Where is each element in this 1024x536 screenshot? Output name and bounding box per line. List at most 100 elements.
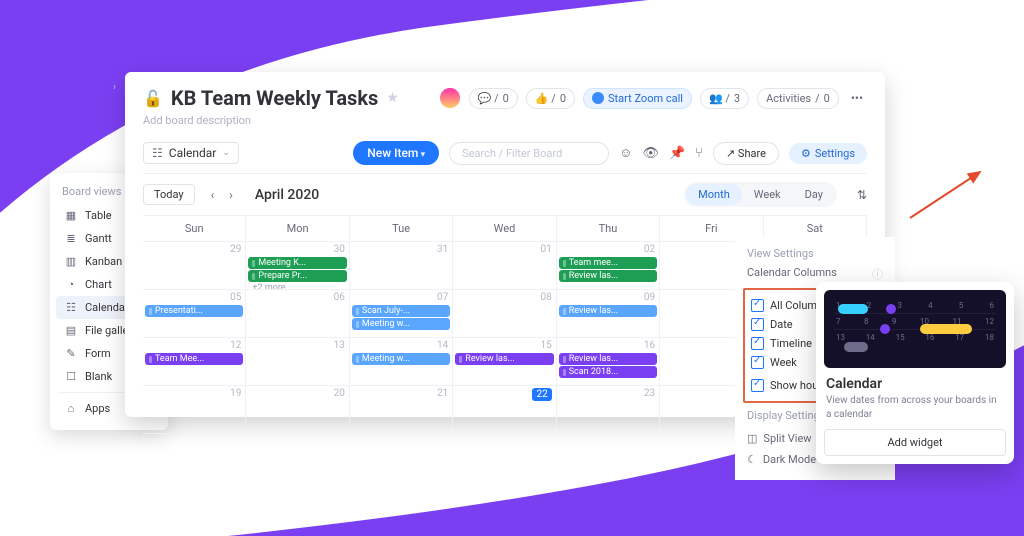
settings-button[interactable]: ⚙ Settings	[789, 143, 867, 164]
calendar-event[interactable]: Meeting K...	[248, 257, 346, 269]
date-number: 23	[644, 388, 655, 399]
chevron-down-icon: ⌄	[222, 148, 230, 158]
board-window: › 🔓 KB Team Weekly Tasks ★ 💬 / 0 👍 / 0 S…	[125, 72, 885, 417]
calendar-event[interactable]: Scan July-...	[352, 305, 450, 317]
blank-icon: ☐	[64, 370, 78, 383]
calendar-event[interactable]: Presentati...	[145, 305, 243, 317]
date-number: 12	[230, 340, 241, 351]
search-input[interactable]: Search / Filter Board	[449, 142, 609, 165]
today-button[interactable]: Today	[143, 184, 195, 205]
next-month-button[interactable]: ›	[223, 186, 239, 204]
calendar-cell[interactable]: 14Meeting w...	[350, 338, 453, 386]
sort-icon[interactable]: ⇅	[857, 188, 867, 202]
day-header: Wed	[453, 216, 556, 242]
lock-icon: 🔓	[143, 89, 163, 108]
day-header: Thu	[557, 216, 660, 242]
calendar-cell[interactable]: 21	[350, 386, 453, 434]
date-number: 06	[334, 292, 345, 303]
date-number: 29	[230, 244, 241, 255]
widget-desc: View dates from across your boards in a …	[824, 394, 1006, 421]
month-label: April 2020	[255, 187, 319, 203]
like-count[interactable]: 👍 / 0	[526, 88, 575, 109]
calendar-cell[interactable]: 23	[557, 386, 660, 434]
date-number: 09	[644, 292, 655, 303]
calendar-cell[interactable]: 05Presentati...	[143, 290, 246, 338]
calendar-cell[interactable]: 15 Review las...	[453, 338, 556, 386]
seg-week[interactable]: Week	[742, 184, 793, 205]
widget-title: Calendar	[826, 376, 1004, 392]
prev-month-button[interactable]: ‹	[205, 186, 221, 204]
day-header: Sun	[143, 216, 246, 242]
calendar-cell[interactable]: 20	[246, 386, 349, 434]
date-number: 16	[644, 340, 655, 351]
date-number: 13	[334, 340, 345, 351]
widget-preview: 123456 789101112 131415161718	[824, 290, 1006, 368]
date-number: 19	[230, 388, 241, 399]
kanban-icon: ▥	[64, 255, 78, 268]
calendar-event[interactable]: Team Mee...	[145, 353, 243, 365]
calendar-event[interactable]: Meeting w...	[352, 353, 450, 365]
calendar-event[interactable]: Meeting w...	[352, 318, 450, 330]
board-title: KB Team Weekly Tasks	[171, 86, 378, 110]
calendar-event[interactable]: Prepare Pr...	[248, 270, 346, 282]
info-icon[interactable]: ⓘ	[872, 266, 883, 282]
calendar-cell[interactable]: 07 Scan July-...Meeting w...	[350, 290, 453, 338]
chat-count[interactable]: 💬 / 0	[469, 88, 518, 109]
calendar-cell[interactable]: 01	[453, 242, 556, 290]
checkbox-icon	[751, 337, 764, 350]
calendar-event[interactable]: Review las...	[559, 305, 657, 317]
apps-label: Apps	[85, 402, 110, 415]
person-icon[interactable]: ☺	[619, 145, 632, 161]
calendar-cell[interactable]: 13	[246, 338, 349, 386]
view-selector[interactable]: ☷ Calendar ⌄	[143, 142, 239, 164]
calendar-cell[interactable]: 22	[453, 386, 556, 434]
zoom-icon	[592, 92, 604, 104]
calendar-event[interactable]: Review las...	[455, 353, 553, 365]
calendar-icon: ☷	[152, 146, 163, 160]
calendar-event[interactable]: Team mee...	[559, 257, 657, 269]
gantt-icon: ≣	[64, 232, 78, 245]
more-events[interactable]: +2 more	[248, 283, 346, 290]
seg-month[interactable]: Month	[686, 184, 742, 205]
home-icon: ⌂	[64, 402, 78, 415]
eye-icon[interactable]: 👁	[642, 146, 659, 161]
add-widget-button[interactable]: Add widget	[824, 429, 1006, 456]
calendar-cell[interactable]: 29	[143, 242, 246, 290]
date-number: 31	[437, 244, 448, 255]
date-number: 07	[437, 292, 448, 303]
share-button[interactable]: ↗ Share	[713, 142, 779, 165]
calendar-cell[interactable]: 08	[453, 290, 556, 338]
activities-pill[interactable]: Activities / 0	[757, 88, 839, 109]
calendar-cell[interactable]: 16 Review las...Scan 2018...	[557, 338, 660, 386]
date-number: 15	[540, 340, 551, 351]
board-subtitle[interactable]: Add board description	[143, 114, 867, 127]
calendar-cell[interactable]: 30Meeting K...Prepare Pr...+2 more	[246, 242, 349, 290]
calendar-event[interactable]: Review las...	[559, 353, 657, 365]
calendar-cell[interactable]: 19	[143, 386, 246, 434]
toolbar-primary: ☷ Calendar ⌄ New Item Search / Filter Bo…	[143, 141, 867, 174]
collapse-icon[interactable]: ›	[113, 82, 116, 93]
filter-icon[interactable]: ⑂	[695, 146, 703, 161]
calendar-columns-label: Calendar Columns ⓘ	[747, 266, 883, 282]
date-number: 22	[532, 388, 551, 401]
calendar-cell[interactable]: 09 Review las...	[557, 290, 660, 338]
pin-icon[interactable]: 📌	[669, 146, 685, 161]
more-menu-icon[interactable]: •••	[847, 87, 867, 109]
calendar-event[interactable]: Review las...	[559, 270, 657, 282]
calendar-cell[interactable]: 06	[246, 290, 349, 338]
file gallery-icon: ▤	[64, 324, 78, 337]
calendar-cell[interactable]: 31	[350, 242, 453, 290]
calendar-cell[interactable]: 12 Team Mee...	[143, 338, 246, 386]
calendar-cell[interactable]: 02Team mee...Review las...	[557, 242, 660, 290]
calendar-icon: ☷	[64, 301, 78, 314]
new-item-button[interactable]: New Item	[353, 141, 439, 165]
day-header: Mon	[246, 216, 349, 242]
star-icon[interactable]: ★	[386, 90, 399, 106]
zoom-button[interactable]: Start Zoom call	[583, 88, 692, 109]
checkbox-icon	[751, 379, 764, 392]
people-count[interactable]: 👥 / 3	[700, 88, 749, 109]
checkbox-icon	[751, 356, 764, 369]
avatar[interactable]	[439, 87, 461, 109]
calendar-event[interactable]: Scan 2018...	[559, 366, 657, 378]
seg-day[interactable]: Day	[793, 184, 835, 205]
